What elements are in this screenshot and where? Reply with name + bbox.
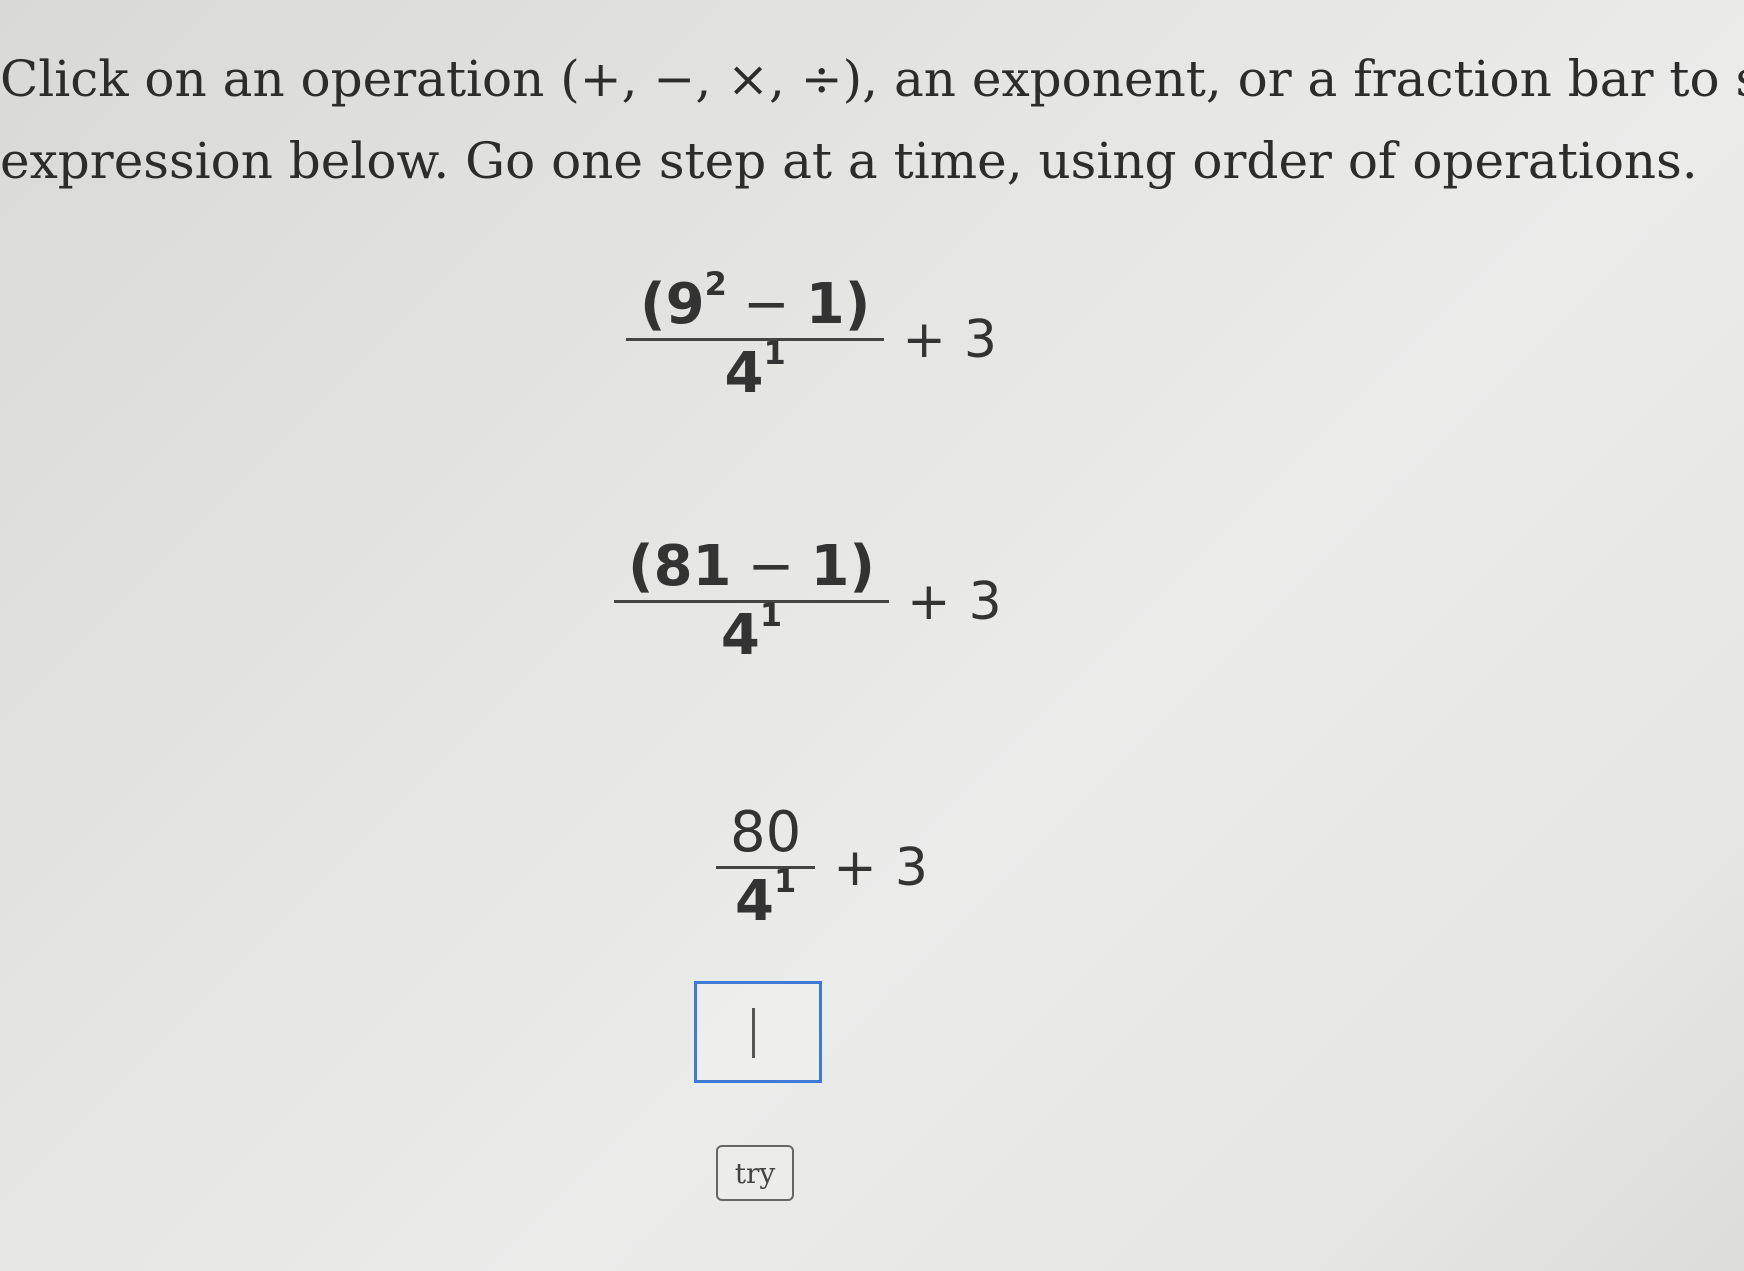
instructions-line-1: Click on an operation (+, −, ×, ÷), an e… [0, 50, 1744, 108]
numerator-step-2: (81−1) [614, 534, 889, 600]
minus-operation[interactable]: − [732, 534, 811, 599]
addend-step-2: 3 [968, 571, 1002, 632]
instructions: Click on an operation (+, −, ×, ÷), an e… [0, 38, 1744, 202]
subtrahend: 1 [805, 272, 845, 337]
try-button[interactable]: try [716, 1145, 794, 1201]
den-exponent[interactable]: 1 [764, 334, 786, 372]
denominator-step-3: 41 [721, 865, 810, 935]
den-base: 4 [724, 341, 764, 406]
plus-operation-step-1[interactable]: + [884, 310, 964, 370]
answer-input[interactable] [694, 981, 822, 1083]
exponent-2[interactable]: 2 [705, 265, 727, 303]
open-paren: ( [640, 272, 666, 337]
numerator-step-3: 80 [730, 800, 802, 865]
fraction-step-1: (92−1) 41 [626, 268, 885, 407]
denominator-step-2: 41 [707, 599, 796, 669]
instructions-line-2: expression below. Go one step at a time,… [0, 132, 1698, 190]
expression-step-2: (81−1) 41 + 3 [614, 534, 1002, 669]
plus-operation-step-2[interactable]: + [889, 572, 969, 632]
expression-step-1: (92−1) 41 + 3 [626, 268, 997, 407]
text-cursor [752, 1008, 755, 1058]
minuend-81: 81 [653, 534, 732, 599]
addend-step-1: 3 [963, 309, 997, 370]
plus-operation-step-3[interactable]: + [815, 838, 895, 898]
open-paren: ( [628, 534, 654, 599]
expression-step-3: 80 41 + 3 [716, 800, 928, 935]
numerator-step-1: (92−1) [626, 268, 884, 338]
den-base: 4 [720, 603, 760, 668]
addend-step-3: 3 [894, 837, 928, 898]
den-exponent[interactable]: 1 [760, 596, 782, 634]
den-exponent[interactable]: 1 [774, 862, 796, 900]
den-base: 4 [735, 869, 774, 934]
fraction-step-3: 80 41 [716, 800, 816, 935]
close-paren: ) [844, 272, 871, 337]
subtrahend: 1 [810, 534, 850, 599]
base-9: 9 [665, 272, 705, 337]
fraction-step-2: (81−1) 41 [614, 534, 890, 669]
denominator-step-1: 41 [711, 337, 800, 407]
close-paren: ) [849, 534, 876, 599]
minus-operation[interactable]: − [727, 272, 806, 337]
